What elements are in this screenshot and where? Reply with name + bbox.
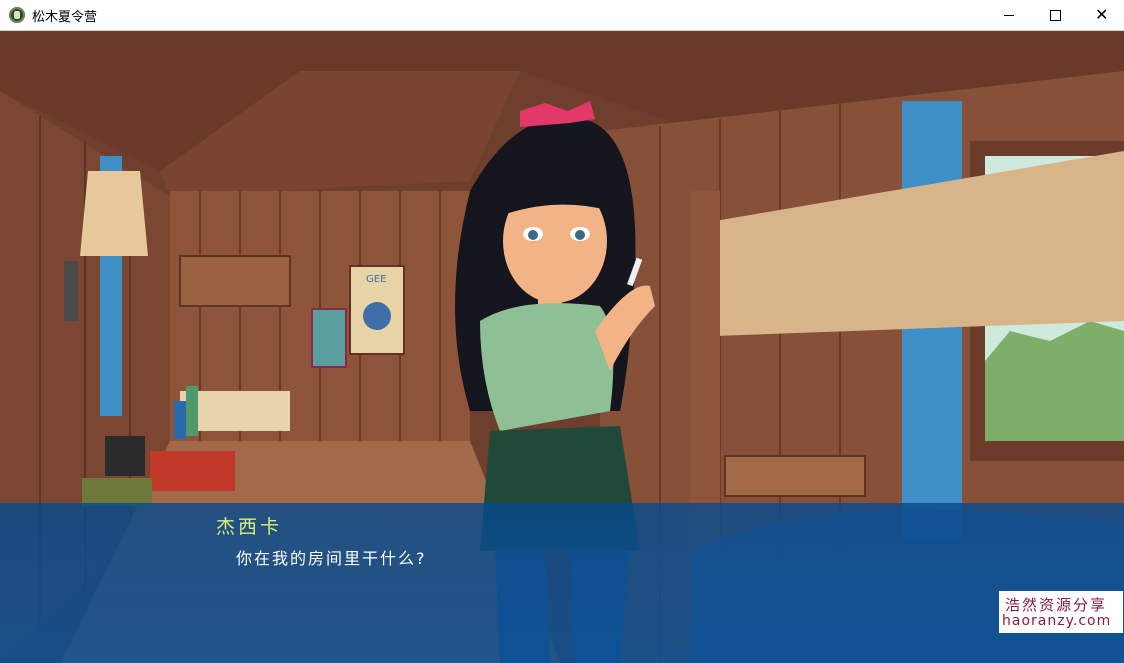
- minimize-icon: [1004, 15, 1014, 16]
- wall-lamp: [80, 171, 148, 256]
- speaker-name: 杰西卡: [216, 516, 283, 538]
- close-icon: ✕: [1095, 5, 1109, 24]
- close-button[interactable]: ✕: [1078, 0, 1124, 31]
- minimize-button[interactable]: [986, 0, 1032, 31]
- maximize-button[interactable]: [1032, 0, 1078, 31]
- poster-text: GEE: [366, 274, 386, 285]
- game-viewport[interactable]: GEE 杰西卡 你在我的房间里干什么? 浩然资源分享 haoranzy.com: [0, 31, 1124, 663]
- window-trees: [985, 321, 1124, 441]
- app-icon: [9, 7, 25, 23]
- window-title: 松木夏令营: [32, 10, 98, 25]
- watermark-line1: 浩然资源分享: [1005, 596, 1108, 614]
- poster-small: [311, 308, 347, 368]
- dialog-box[interactable]: 杰西卡 你在我的房间里干什么?: [0, 503, 1124, 663]
- red-book: [150, 451, 235, 491]
- watermark: 浩然资源分享 haoranzy.com: [999, 591, 1123, 633]
- flashlight: [82, 478, 152, 506]
- green-shirt: [480, 303, 614, 431]
- watermark-line2: haoranzy.com: [1002, 613, 1112, 629]
- crate: [724, 455, 866, 497]
- dialog-line: 你在我的房间里干什么?: [236, 549, 427, 568]
- maximize-icon: [1050, 10, 1061, 21]
- tablet: [105, 436, 145, 476]
- bunk-bed-left: [179, 255, 291, 307]
- window-titlebar[interactable]: 松木夏令营 ✕: [0, 0, 1124, 31]
